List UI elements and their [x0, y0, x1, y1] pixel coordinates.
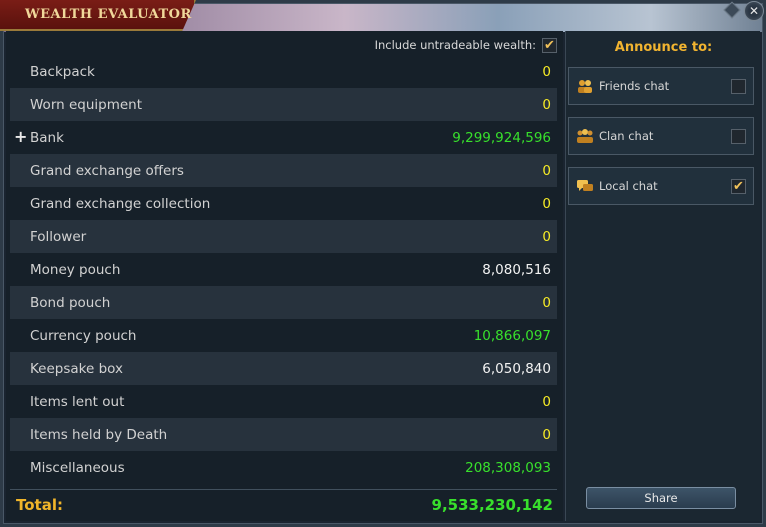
- wealth-row-value: 0: [542, 195, 551, 212]
- clan-icon: [576, 128, 594, 144]
- wealth-row-label: Money pouch: [30, 261, 121, 278]
- window-title: WEALTH EVALUATOR: [25, 7, 192, 22]
- local-chat-icon: [576, 178, 594, 194]
- wealth-row-value: 0: [542, 63, 551, 80]
- friends-chat-option[interactable]: Friends chat: [568, 67, 754, 105]
- friends-chat-checkbox[interactable]: [731, 79, 746, 94]
- clan-chat-option[interactable]: Clan chat: [568, 117, 754, 155]
- wealth-row-label: Currency pouch: [30, 327, 137, 344]
- wealth-row-value: 208,308,093: [465, 459, 551, 476]
- untradeable-toggle: Include untradeable wealth: ✔: [375, 35, 557, 55]
- clan-chat-checkbox[interactable]: [731, 129, 746, 144]
- wealth-row-value: 0: [542, 294, 551, 311]
- wealth-row-label: Items held by Death: [30, 426, 168, 443]
- wealth-row-value: 0: [542, 426, 551, 443]
- announce-panel: Announce to: Friends chat Clan chat Loca…: [565, 31, 760, 521]
- wealth-row-label: Keepsake box: [30, 360, 124, 377]
- wealth-row: Money pouch 8,080,516: [10, 253, 557, 286]
- wealth-row-label: Bank: [30, 129, 64, 146]
- wealth-row: Bond pouch 0: [10, 286, 557, 319]
- wealth-row: Worn equipment 0: [10, 88, 557, 121]
- wealth-row-label: Worn equipment: [30, 96, 143, 113]
- wealth-row-value: 6,050,840: [482, 360, 551, 377]
- local-chat-checkbox[interactable]: ✔: [731, 179, 746, 194]
- total-label: Total:: [16, 496, 63, 514]
- wealth-panel: Include untradeable wealth: ✔ Backpack 0 W…: [6, 31, 563, 521]
- wealth-row-value: 0: [542, 228, 551, 245]
- wealth-row-value: 0: [542, 162, 551, 179]
- wealth-row-value: 0: [542, 393, 551, 410]
- share-button[interactable]: Share: [586, 487, 736, 509]
- wealth-row: Grand exchange offers 0: [10, 154, 557, 187]
- wealth-row-value: 0: [542, 96, 551, 113]
- close-button[interactable]: ✕: [744, 1, 764, 21]
- untradeable-checkbox[interactable]: ✔: [542, 37, 557, 53]
- friends-chat-label: Friends chat: [599, 79, 670, 93]
- wealth-row-label: Follower: [30, 228, 87, 245]
- expand-icon[interactable]: +: [14, 127, 27, 146]
- wealth-row-label: Backpack: [30, 63, 95, 80]
- wealth-row-label: Miscellaneous: [30, 459, 125, 476]
- wealth-row: Miscellaneous 208,308,093: [10, 451, 557, 484]
- clan-chat-label: Clan chat: [599, 129, 654, 143]
- announce-heading: Announce to:: [614, 40, 713, 55]
- wealth-row: Backpack 0: [10, 55, 557, 88]
- wealth-row-label: Grand exchange offers: [30, 162, 184, 179]
- wealth-row-value: 9,299,924,596: [452, 129, 551, 146]
- total-value: 9,533,230,142: [431, 496, 553, 514]
- wealth-row: Currency pouch 10,866,097: [10, 319, 557, 352]
- wealth-row-label: Items lent out: [30, 393, 125, 410]
- wealth-row: Follower 0: [10, 220, 557, 253]
- wealth-row-value: 8,080,516: [482, 261, 551, 278]
- wealth-row-label: Bond pouch: [30, 294, 111, 311]
- wealth-row: Items held by Death 0: [10, 418, 557, 451]
- untradeable-label: Include untradeable wealth:: [374, 38, 536, 52]
- total-row: Total: 9,533,230,142: [16, 493, 553, 517]
- wealth-list: Backpack 0 Worn equipment 0 + Bank 9,299,924,5…: [10, 55, 557, 484]
- wealth-row: Items lent out 0: [10, 385, 557, 418]
- wealth-row: Keepsake box 6,050,840: [10, 352, 557, 385]
- local-chat-label: Local chat: [599, 179, 658, 193]
- local-chat-option[interactable]: Local chat ✔: [568, 167, 754, 205]
- wealth-row-label: Grand exchange collection: [30, 195, 211, 212]
- wealth-row[interactable]: + Bank 9,299,924,596: [10, 121, 557, 154]
- wealth-row-value: 10,866,097: [473, 327, 551, 344]
- friends-icon: [576, 78, 594, 94]
- wealth-row: Grand exchange collection 0: [10, 187, 557, 220]
- total-divider: [10, 489, 557, 490]
